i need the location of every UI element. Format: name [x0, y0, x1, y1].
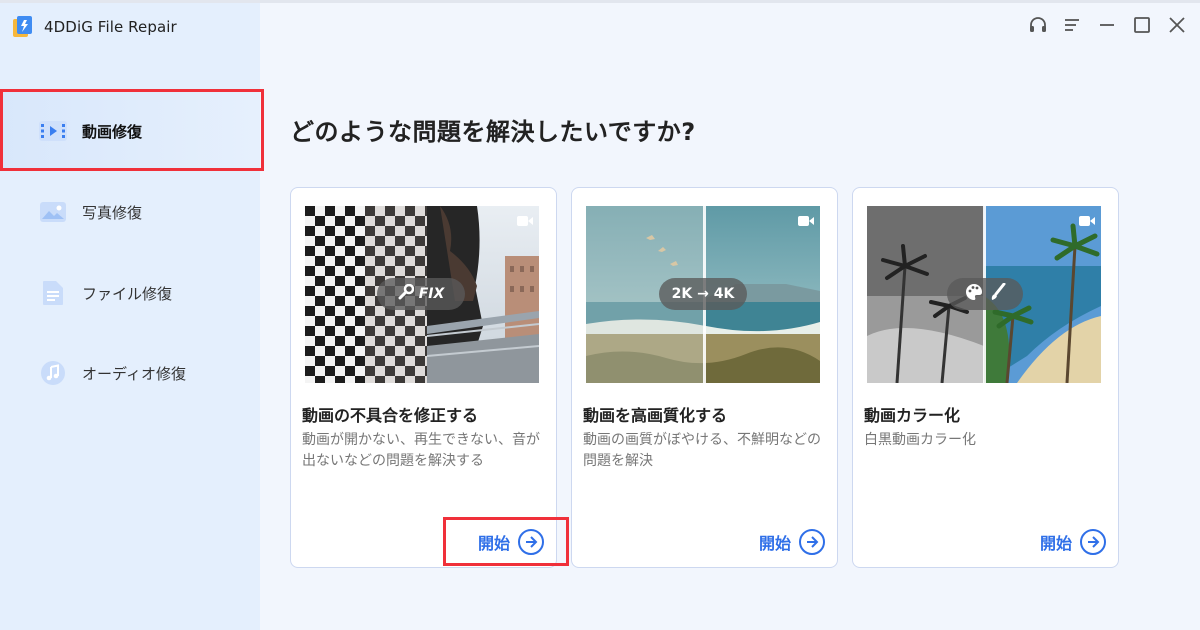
card-title: 動画カラー化	[864, 406, 961, 425]
card-colorize-video[interactable]: 動画カラー化 白黒動画カラー化 開始	[852, 187, 1119, 568]
start-button-label: 開始	[477, 534, 510, 553]
start-button[interactable]: 開始	[478, 529, 544, 555]
start-button-label: 開始	[758, 534, 791, 553]
start-button[interactable]: 開始	[1040, 529, 1106, 555]
close-icon[interactable]	[1164, 12, 1190, 38]
headset-icon[interactable]	[1025, 12, 1051, 38]
badge-label: FIX	[418, 286, 445, 302]
card-fix-video[interactable]: FIX 動画の不具合を修正する 動画が開かない、再生できない、音が出ないなどの問…	[290, 187, 557, 568]
sidebar-item-photo-repair[interactable]: 写真修復	[0, 173, 260, 251]
arrow-right-circle-icon	[1080, 529, 1106, 555]
card-description: 白黒動画カラー化	[864, 432, 976, 448]
card-thumbnail-image: FIX	[305, 206, 539, 383]
badge-label: 2K → 4K	[671, 286, 735, 302]
colorize-badge	[947, 278, 1023, 310]
start-button-label: 開始	[1039, 534, 1072, 553]
page-title: どのような問題を解決したいですか?	[290, 118, 696, 146]
brush-icon	[990, 282, 1006, 305]
start-button[interactable]: 開始	[759, 529, 825, 555]
wrench-icon	[398, 283, 414, 304]
card-title: 動画を高画質化する	[583, 406, 728, 425]
video-icon	[38, 118, 68, 144]
card-thumbnail-image	[867, 206, 1101, 383]
maximize-icon[interactable]	[1129, 12, 1155, 38]
app-logo-icon	[12, 15, 34, 39]
card-enhance-video[interactable]: 2K → 4K 動画を高画質化する 動画の画質がぼやける、不鮮明などの問題を解決…	[571, 187, 838, 568]
card-thumbnail-image: 2K → 4K	[586, 206, 820, 383]
card-title: 動画の不具合を修正する	[302, 406, 479, 425]
menu-icon[interactable]	[1059, 12, 1085, 38]
file-icon	[38, 280, 68, 306]
fix-badge: FIX	[377, 278, 465, 310]
sidebar-item-label: 動画修復	[82, 122, 143, 141]
sidebar-item-audio-repair[interactable]: オーディオ修復	[0, 334, 260, 412]
video-camera-icon	[1079, 212, 1095, 226]
arrow-right-circle-icon	[799, 529, 825, 555]
app-brand: 4DDiG File Repair	[12, 15, 177, 39]
video-camera-icon	[517, 212, 533, 226]
video-camera-icon	[798, 212, 814, 226]
sidebar-item-file-repair[interactable]: ファイル修復	[0, 254, 260, 332]
palette-icon	[965, 283, 985, 305]
sidebar-item-label: ファイル修復	[82, 284, 173, 303]
card-description: 動画の画質がぼやける、不鮮明などの問題を解決	[583, 432, 821, 469]
sidebar-item-video-repair[interactable]: 動画修復	[0, 92, 260, 170]
resolution-badge: 2K → 4K	[659, 278, 747, 310]
sidebar-item-label: 写真修復	[82, 203, 143, 222]
photo-icon	[38, 199, 68, 225]
arrow-right-circle-icon	[518, 529, 544, 555]
sidebar: 4DDiG File Repair 動画修復 写真修復 ファイル修復 オーディオ…	[0, 3, 260, 630]
minimize-icon[interactable]	[1094, 12, 1120, 38]
card-description: 動画が開かない、再生できない、音が出ないなどの問題を解決する	[302, 432, 540, 469]
sidebar-item-label: オーディオ修復	[82, 364, 186, 383]
app-title: 4DDiG File Repair	[44, 18, 177, 36]
audio-icon	[38, 360, 68, 386]
